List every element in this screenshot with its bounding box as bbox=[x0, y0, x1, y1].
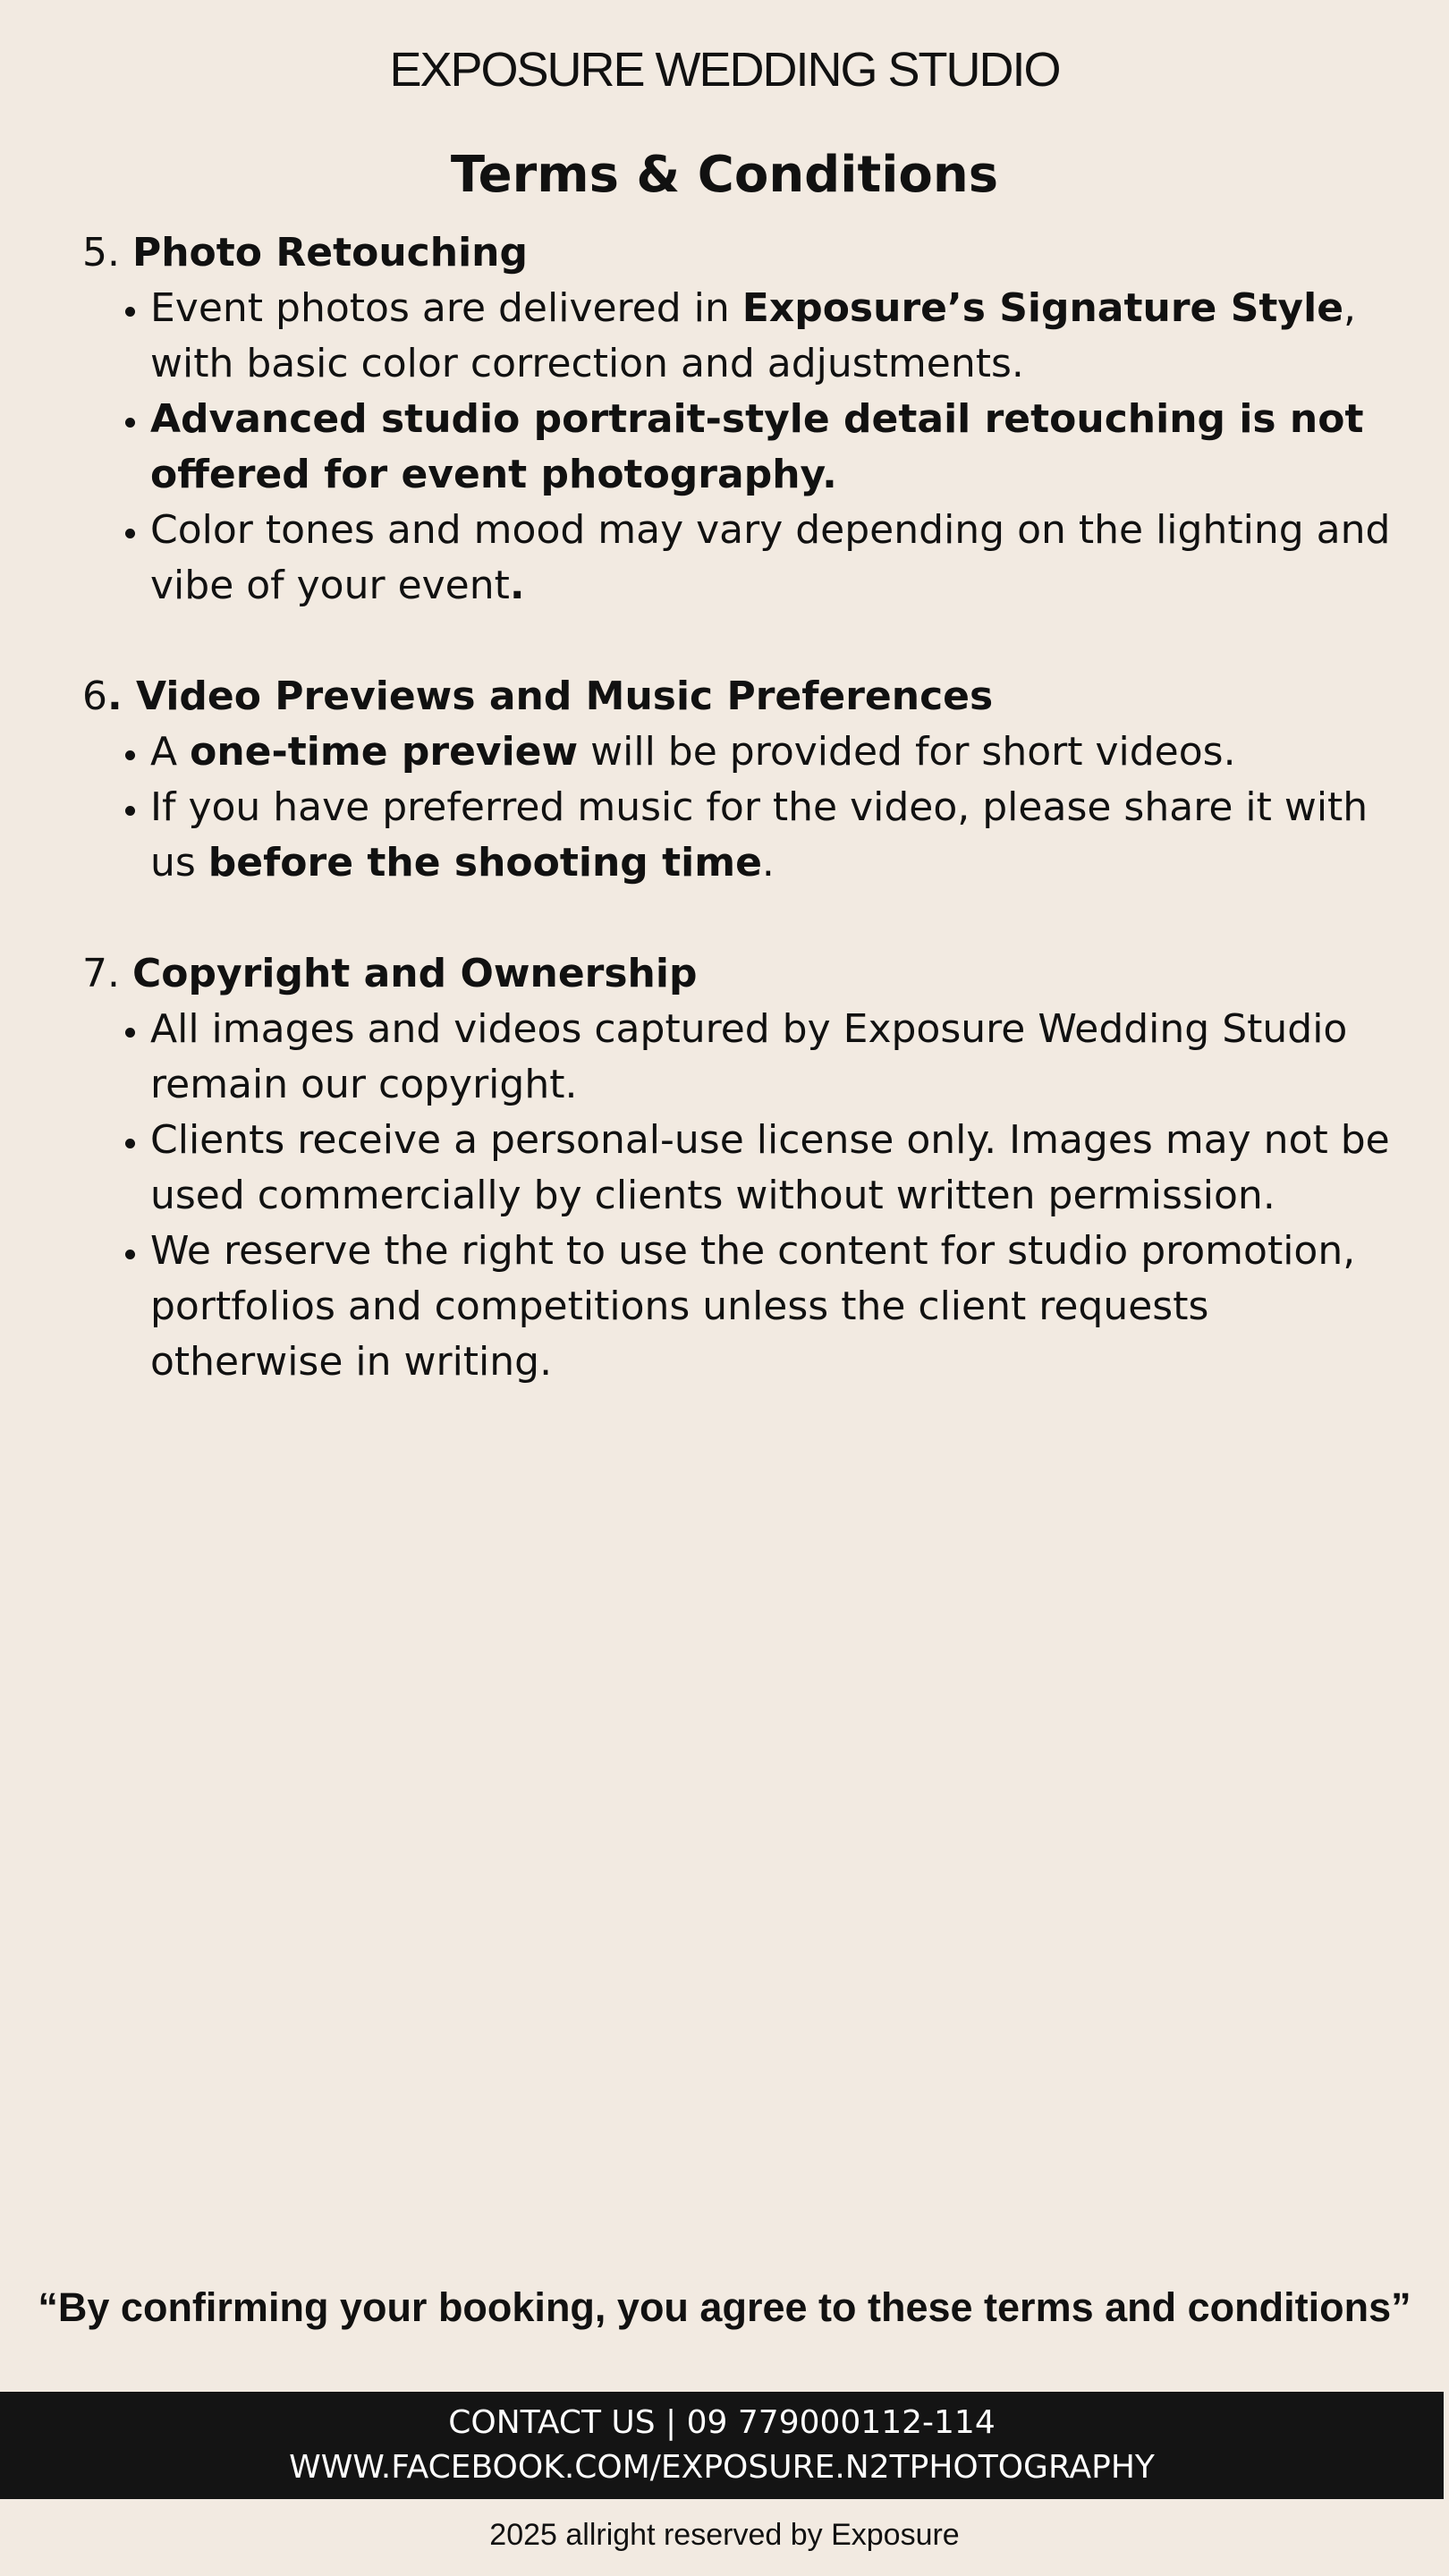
section-title: Photo Retouching bbox=[131, 230, 528, 275]
studio-brand-name: EXPOSURE WEDDING STUDIO bbox=[389, 43, 1061, 97]
section-video-previews: 6. Video Previews and Music Preferences … bbox=[82, 669, 1397, 891]
bullet-text: A bbox=[150, 729, 191, 775]
bullet-text: Color tones and mood may vary depending … bbox=[150, 507, 1391, 608]
bullet-item: All images and videos captured by Exposu… bbox=[150, 1002, 1397, 1113]
contact-phone: CONTACT US | 09 779000112-114 bbox=[448, 2404, 996, 2441]
bullet-item: Advanced studio portrait-style detail re… bbox=[150, 392, 1397, 503]
bullet-item: Color tones and mood may vary depending … bbox=[150, 503, 1397, 614]
section-heading: 7. Copyright and Ownership bbox=[82, 946, 1397, 1002]
bullet-list: A one-time preview will be provided for … bbox=[82, 724, 1397, 891]
bullet-text: will be provided for short videos. bbox=[578, 729, 1236, 775]
copyright-footer: 2025 allright reserved by Exposure bbox=[489, 2518, 960, 2552]
booking-agreement-quote: “By confirming your booking, you agree t… bbox=[38, 2284, 1411, 2330]
contact-bar: CONTACT US | 09 779000112-114 WWW.FACEBO… bbox=[0, 2392, 1444, 2499]
section-number: 7. bbox=[82, 951, 132, 996]
bullet-text: Event photos are delivered in bbox=[150, 285, 742, 331]
bullet-emphasis: . bbox=[509, 563, 525, 608]
section-number: 6 bbox=[82, 674, 107, 719]
bullet-text: . bbox=[761, 840, 775, 886]
bullet-text: We reserve the right to use the content … bbox=[150, 1228, 1356, 1385]
bullet-item: If you have preferred music for the vide… bbox=[150, 780, 1397, 891]
bullet-item: Clients receive a personal-use license o… bbox=[150, 1113, 1397, 1224]
bullet-emphasis: before the shooting time bbox=[208, 840, 762, 886]
bullet-item: A one-time preview will be provided for … bbox=[150, 724, 1397, 780]
section-title: . Video Previews and Music Preferences bbox=[107, 674, 994, 719]
bullet-list: Event photos are delivered in Exposure’s… bbox=[82, 281, 1397, 614]
bullet-emphasis: Advanced studio portrait-style detail re… bbox=[150, 396, 1364, 497]
bullet-emphasis: Exposure’s Signature Style bbox=[741, 285, 1344, 331]
page-title: Terms & Conditions bbox=[450, 146, 999, 204]
bullet-item: We reserve the right to use the content … bbox=[150, 1224, 1397, 1390]
section-copyright: 7. Copyright and Ownership All images an… bbox=[82, 946, 1397, 1390]
terms-content: 5. Photo Retouching Event photos are del… bbox=[82, 225, 1397, 1445]
section-heading: 6. Video Previews and Music Preferences bbox=[82, 669, 1397, 724]
section-photo-retouching: 5. Photo Retouching Event photos are del… bbox=[82, 225, 1397, 614]
bullet-item: Event photos are delivered in Exposure’s… bbox=[150, 281, 1397, 392]
section-title: Copyright and Ownership bbox=[131, 951, 698, 996]
section-number: 5. bbox=[82, 230, 132, 275]
bullet-text: Clients receive a personal-use license o… bbox=[150, 1117, 1390, 1218]
contact-facebook-link[interactable]: WWW.FACEBOOK.COM/EXPOSURE.N2TPHOTOGRAPHY bbox=[0, 2445, 1444, 2490]
bullet-emphasis: one-time preview bbox=[190, 729, 579, 775]
bullet-text: All images and videos captured by Exposu… bbox=[150, 1006, 1348, 1107]
bullet-list: All images and videos captured by Exposu… bbox=[82, 1002, 1397, 1390]
section-heading: 5. Photo Retouching bbox=[82, 225, 1397, 281]
